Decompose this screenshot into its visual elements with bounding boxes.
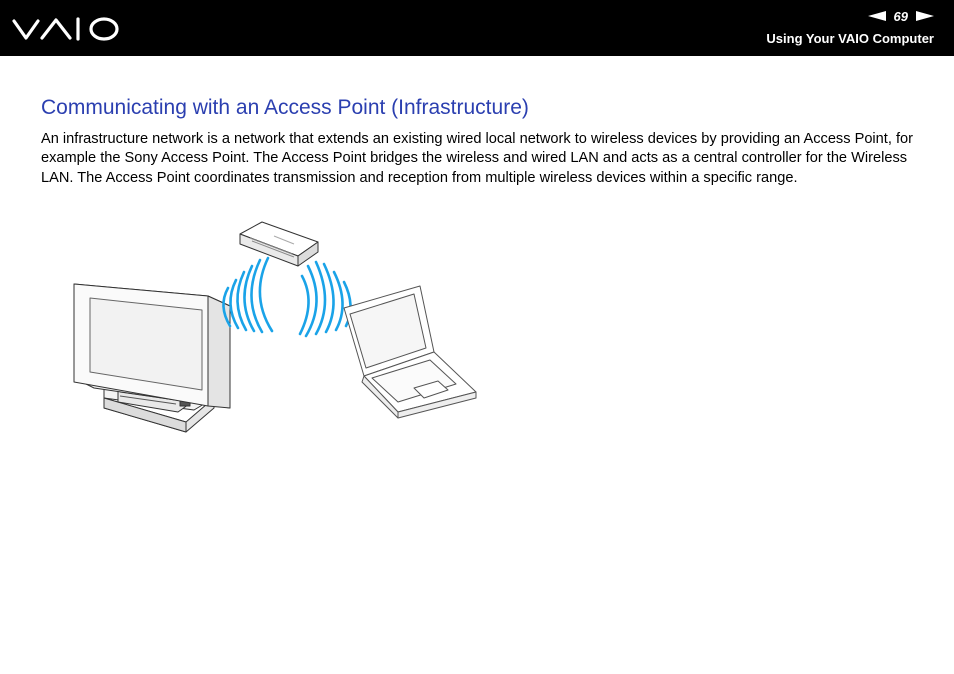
page-navigation: 69 xyxy=(867,8,934,24)
access-point-icon xyxy=(239,221,319,267)
arrow-right-icon[interactable] xyxy=(916,11,934,21)
laptop-icon xyxy=(343,285,477,419)
desktop-monitor-icon xyxy=(73,283,231,433)
header-bar: 69 Using Your VAIO Computer xyxy=(0,0,954,56)
body-paragraph: An infrastructure network is a network t… xyxy=(41,131,913,186)
page-number: 69 xyxy=(893,8,908,24)
infrastructure-network-illustration xyxy=(73,221,477,433)
right-signal-waves xyxy=(298,260,352,338)
page-heading: Communicating with an Access Point (Infr… xyxy=(41,96,529,119)
arrow-left-icon[interactable] xyxy=(867,11,886,21)
section-title: Using Your VAIO Computer xyxy=(766,31,934,46)
left-signal-waves xyxy=(222,256,274,334)
vaio-logo xyxy=(12,17,119,41)
